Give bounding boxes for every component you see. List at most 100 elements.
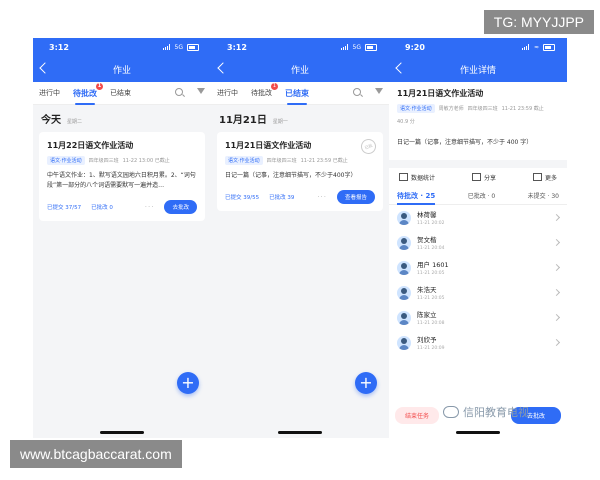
subject-tag: 语文·作业活动 xyxy=(225,156,263,165)
homework-title: 11月21日语文作业活动 xyxy=(397,89,484,98)
battery-icon xyxy=(365,43,377,51)
chevron-right-icon xyxy=(552,213,561,222)
home-indicator xyxy=(278,431,322,434)
student-row[interactable]: 刘欣予 11-21 20:09 xyxy=(389,330,567,355)
tab-graded[interactable]: 已批改 · 0 xyxy=(468,191,496,201)
status-time: 3:12 xyxy=(227,42,247,52)
filter-icon[interactable] xyxy=(197,88,205,94)
nav-bar: 作业 xyxy=(211,56,389,82)
screen-homework-ended: 3:12 5G 作业 进行中 待批改 1 已结束 11月21日 星期一 已批 11… xyxy=(211,38,389,438)
subject-tag: 语文·作业活动 xyxy=(47,156,85,165)
battery-icon xyxy=(187,43,199,51)
progress-tabs: 待批改 · 25 已批改 · 0 未提交 · 30 xyxy=(389,187,567,205)
homework-content: 日记一篇（记事，注意细节描写，不少于 400 字） xyxy=(397,139,533,146)
graded-count: 已批改 0 xyxy=(91,205,113,211)
more-icon[interactable]: ··· xyxy=(145,203,155,211)
chevron-right-icon xyxy=(552,313,561,322)
back-icon[interactable] xyxy=(217,62,229,74)
back-icon[interactable] xyxy=(395,62,407,74)
wifi-icon: ≈ xyxy=(533,43,539,51)
list-icon xyxy=(532,173,542,181)
add-homework-button[interactable]: + xyxy=(177,372,199,394)
submitted-count: 已提交 37/57 xyxy=(47,205,82,211)
tab-in-progress[interactable]: 进行中 xyxy=(39,88,60,98)
student-name: 刘欣予 xyxy=(417,336,437,344)
tab-pending-grading[interactable]: 待批改 1 xyxy=(73,82,103,105)
more-button[interactable]: 更多 xyxy=(532,173,557,182)
homework-card[interactable]: 已批 11月21日语文作业活动 语文·作业活动 四年级四三班 11-21 23:… xyxy=(217,132,383,211)
filter-icon[interactable] xyxy=(375,88,383,94)
home-indicator xyxy=(456,431,500,434)
screen-homework-pending: 3:12 5G 作业 进行中 待批改 1 已结束 今天 星期二 11月22日语文作… xyxy=(33,38,211,438)
avatar xyxy=(397,260,411,275)
url-watermark: www.btcagbaccarat.com xyxy=(10,440,182,468)
weekday-label: 星期一 xyxy=(272,119,288,125)
more-icon[interactable]: ··· xyxy=(317,193,327,201)
search-icon[interactable] xyxy=(175,88,183,96)
avatar xyxy=(397,210,411,225)
tab-ended[interactable]: 已结束 xyxy=(110,88,131,98)
student-row[interactable]: 用户 1601 11-21 20:05 xyxy=(389,255,567,280)
view-report-button[interactable]: 查看报告 xyxy=(336,190,375,204)
home-indicator xyxy=(100,431,144,434)
tab-pending-grading-label: 待批改 xyxy=(73,88,97,98)
chevron-right-icon xyxy=(552,338,561,347)
status-bar: 3:12 5G xyxy=(211,38,389,56)
student-row[interactable]: 林荷馨 11-21 20:02 xyxy=(389,205,567,230)
share-button[interactable]: 分享 xyxy=(471,173,496,182)
homework-title: 11月22日语文作业活动 xyxy=(47,141,134,150)
student-row[interactable]: 陈家立 11-21 20:08 xyxy=(389,305,567,330)
submitted-count: 已提交 39/55 xyxy=(225,195,260,201)
tab-bar: 进行中 待批改 1 已结束 xyxy=(33,82,211,105)
tab-in-progress[interactable]: 进行中 xyxy=(217,88,238,98)
chevron-right-icon xyxy=(552,288,561,297)
student-row[interactable]: 朱浩天 11-21 20:05 xyxy=(389,280,567,305)
avatar xyxy=(397,235,411,250)
go-grade-button[interactable]: 去批改 xyxy=(164,200,197,214)
student-name: 用户 1601 xyxy=(417,261,449,269)
add-homework-button[interactable]: + xyxy=(355,372,377,394)
tab-pending[interactable]: 待批改 · 25 xyxy=(397,191,436,205)
tab-ended[interactable]: 已结束 xyxy=(285,88,309,105)
homework-content: 日记一篇（记事，注意细节描写，不少于400字） xyxy=(225,172,357,179)
network-label: 5G xyxy=(174,43,183,51)
submit-time: 11-21 20:08 xyxy=(417,321,445,326)
logo-icon xyxy=(443,406,459,418)
homework-title: 11月21日语文作业活动 xyxy=(225,141,312,150)
class-label: 四年级四三班 xyxy=(467,106,498,112)
tab-not-submitted[interactable]: 未提交 · 30 xyxy=(528,191,559,201)
avatar xyxy=(397,310,411,325)
avatar xyxy=(397,335,411,350)
chevron-right-icon xyxy=(552,238,561,247)
back-icon[interactable] xyxy=(39,62,51,74)
subject-tag: 语文·作业活动 xyxy=(397,104,435,113)
submit-time: 11-21 20:04 xyxy=(417,246,445,251)
homework-content: 中午语文作业：1、默写语文园地六日积月累。2、“词句段”第一部分的八个词语需要默… xyxy=(47,172,196,189)
stats-button[interactable]: 数据统计 xyxy=(399,173,435,182)
screen-homework-detail: 9:20 ≈ 作业详情 11月21日语文作业活动 语文·作业活动 周敏方老师 四… xyxy=(389,38,567,438)
student-row[interactable]: 贺文楷 11-21 20:04 xyxy=(389,230,567,255)
student-name: 陈家立 xyxy=(417,311,437,319)
status-bar: 9:20 ≈ xyxy=(389,38,567,56)
notification-badge: 1 xyxy=(271,83,278,90)
plus-icon: + xyxy=(359,373,373,392)
page-title: 作业 xyxy=(112,65,131,76)
deadline-label: 11-22 13:00 已截止 xyxy=(122,158,170,164)
network-label: 5G xyxy=(352,43,361,51)
avatar xyxy=(397,285,411,300)
score-label: 40.9 分 xyxy=(397,119,415,125)
tab-pending-grading[interactable]: 待批改 1 xyxy=(251,83,278,98)
submit-time: 11-21 20:09 xyxy=(417,346,445,351)
tab-pending-grading-label: 待批改 xyxy=(251,89,272,97)
end-task-button[interactable]: 结束任务 xyxy=(395,407,440,424)
search-icon[interactable] xyxy=(353,88,361,96)
page-title: 作业详情 xyxy=(459,65,496,76)
homework-card[interactable]: 11月22日语文作业活动 语文·作业活动 四年级四三班 11-22 13:00 … xyxy=(39,132,205,221)
deadline-label: 11-21 23:59 已截止 xyxy=(300,158,348,164)
action-bar: 数据统计 分享 更多 xyxy=(389,168,567,187)
status-bar: 3:12 5G xyxy=(33,38,211,56)
nav-bar: 作业详情 xyxy=(389,56,567,82)
student-name: 朱浩天 xyxy=(417,286,437,294)
submit-time: 11-21 20:05 xyxy=(417,271,445,276)
status-time: 9:20 xyxy=(405,42,425,52)
